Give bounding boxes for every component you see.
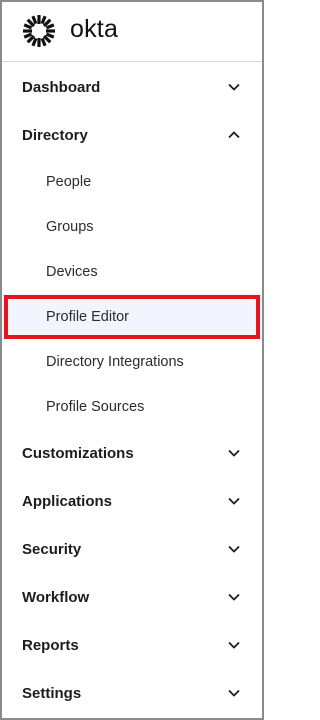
nav-section-directory[interactable]: Directory — [2, 111, 262, 159]
nav-section-dashboard[interactable]: Dashboard — [2, 63, 262, 111]
chevron-up-icon[interactable] — [228, 131, 240, 139]
highlight-box — [4, 295, 260, 339]
nav-item-directory-integrations[interactable]: Directory Integrations — [2, 339, 262, 384]
nav-section-label: Security — [22, 540, 82, 558]
nav-item-devices[interactable]: Devices — [2, 249, 262, 294]
okta-sunburst-icon[interactable] — [22, 14, 56, 48]
chevron-down-icon[interactable] — [228, 83, 240, 91]
okta-logo-text: okta — [70, 15, 119, 43]
nav-item-people[interactable]: People — [2, 159, 262, 204]
nav-section-label: Applications — [22, 492, 113, 510]
nav-section-label: Settings — [22, 684, 82, 702]
chevron-down-icon[interactable] — [228, 641, 240, 649]
chevron-down-icon[interactable] — [228, 545, 240, 553]
nav-section-security[interactable]: Security — [2, 525, 262, 573]
nav-section-label: Dashboard — [22, 78, 101, 96]
nav-section-label: Directory — [22, 126, 88, 144]
nav-item-label: Devices — [46, 263, 98, 280]
nav-item-label: Profile Sources — [46, 398, 145, 415]
logo-bar: okta — [2, 2, 262, 62]
chevron-down-icon[interactable] — [228, 449, 240, 457]
sidebar-nav: Dashboard Directory People Groups Device… — [2, 63, 262, 717]
sidebar-frame: okta Dashboard Directory People Groups D… — [0, 0, 264, 720]
nav-item-label: People — [46, 173, 92, 190]
nav-item-groups[interactable]: Groups — [2, 204, 262, 249]
nav-section-label: Customizations — [22, 444, 134, 462]
chevron-down-icon[interactable] — [228, 497, 240, 505]
nav-section-applications[interactable]: Applications — [2, 477, 262, 525]
nav-item-profile-editor[interactable]: Profile Editor — [2, 294, 262, 339]
chevron-down-icon[interactable] — [228, 689, 240, 697]
nav-item-profile-sources[interactable]: Profile Sources — [2, 384, 262, 429]
nav-item-label: Groups — [46, 218, 94, 235]
chevron-down-icon[interactable] — [228, 593, 240, 601]
nav-section-reports[interactable]: Reports — [2, 621, 262, 669]
nav-item-label: Directory Integrations — [46, 353, 184, 370]
nav-section-label: Workflow — [22, 588, 90, 606]
nav-section-customizations[interactable]: Customizations — [2, 429, 262, 477]
nav-section-workflow[interactable]: Workflow — [2, 573, 262, 621]
nav-section-settings[interactable]: Settings — [2, 669, 262, 717]
nav-item-label: Profile Editor — [46, 308, 130, 325]
nav-section-label: Reports — [22, 636, 79, 654]
